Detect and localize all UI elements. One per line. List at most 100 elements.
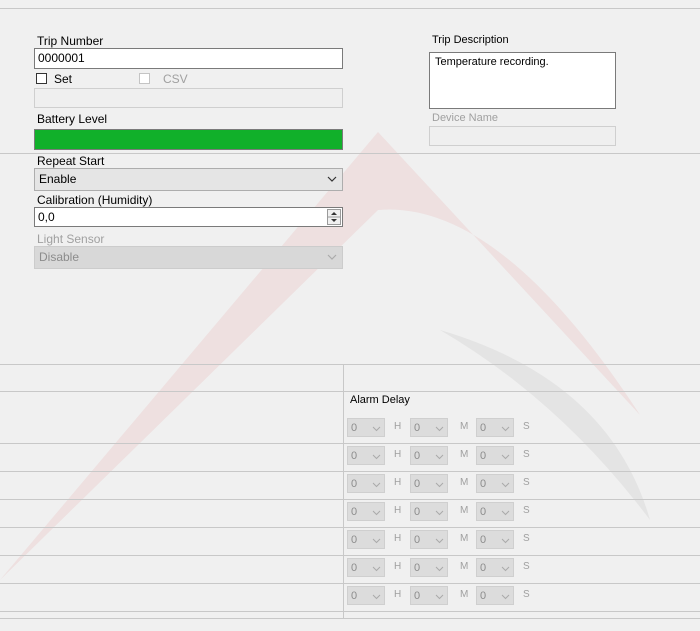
alarm-delay-h-unit: H xyxy=(394,505,402,516)
chevron-down-icon xyxy=(372,594,381,600)
alarm-delay-m-dropdown[interactable]: 0 xyxy=(410,530,448,549)
alarm-delay-h-dropdown[interactable]: 0 xyxy=(347,530,385,549)
alarm-delay-label: Alarm Delay xyxy=(350,394,410,406)
alarm-delay-m-dropdown[interactable]: 0 xyxy=(410,586,448,605)
alarm-delay-m-unit: M xyxy=(460,421,469,432)
alarm-delay-s-value: 0 xyxy=(480,590,487,602)
alarm-delay-s-dropdown[interactable]: 0 xyxy=(476,586,514,605)
alarm-delay-s-value: 0 xyxy=(480,422,487,434)
alarm-delay-h-dropdown[interactable]: 0 xyxy=(347,502,385,521)
grid-line xyxy=(0,443,700,444)
alarm-delay-s-dropdown[interactable]: 0 xyxy=(476,474,514,493)
trip-number-input[interactable]: 0000001 xyxy=(34,48,343,69)
alarm-delay-m-value: 0 xyxy=(414,422,421,434)
alarm-delay-m-dropdown[interactable]: 0 xyxy=(410,418,448,437)
trip-description-input[interactable]: Temperature recording. xyxy=(429,52,616,109)
grid-line xyxy=(0,555,700,556)
alarm-delay-s-unit: S xyxy=(523,561,530,572)
alarm-delay-m-value: 0 xyxy=(414,562,421,574)
repeat-start-dropdown[interactable]: Enable xyxy=(34,168,343,191)
alarm-delay-h-dropdown[interactable]: 0 xyxy=(347,418,385,437)
trip-number-label: Trip Number xyxy=(37,34,104,48)
alarm-delay-h-unit: H xyxy=(394,421,402,432)
alarm-delay-m-unit: M xyxy=(460,533,469,544)
alarm-delay-s-value: 0 xyxy=(480,562,487,574)
alarm-delay-h-value: 0 xyxy=(351,506,358,518)
alarm-delay-s-dropdown[interactable]: 0 xyxy=(476,502,514,521)
alarm-delay-h-dropdown[interactable]: 0 xyxy=(347,558,385,577)
grid-line xyxy=(0,471,700,472)
alarm-delay-h-unit: H xyxy=(394,449,402,460)
grid-line xyxy=(0,583,700,584)
alarm-delay-s-value: 0 xyxy=(480,534,487,546)
set-checkbox[interactable] xyxy=(36,73,47,84)
alarm-delay-s-dropdown[interactable]: 0 xyxy=(476,418,514,437)
device-name-label: Device Name xyxy=(432,112,499,124)
alarm-delay-s-dropdown[interactable]: 0 xyxy=(476,530,514,549)
chevron-down-icon xyxy=(435,594,444,600)
chevron-down-icon xyxy=(501,538,510,544)
chevron-down-icon xyxy=(327,254,337,260)
chevron-down-icon xyxy=(372,510,381,516)
grid-line xyxy=(0,611,700,612)
alarm-delay-m-value: 0 xyxy=(414,450,421,462)
chevron-down-icon xyxy=(435,426,444,432)
alarm-delay-m-unit: M xyxy=(460,589,469,600)
calibration-spinner[interactable]: 0,0 xyxy=(34,207,343,227)
alarm-delay-s-unit: S xyxy=(523,421,530,432)
battery-level-label: Battery Level xyxy=(37,112,108,126)
alarm-delay-h-dropdown[interactable]: 0 xyxy=(347,474,385,493)
chevron-down-icon xyxy=(435,454,444,460)
device-name-input xyxy=(429,126,616,146)
alarm-delay-s-unit: S xyxy=(523,449,530,460)
repeat-start-label: Repeat Start xyxy=(37,154,105,168)
alarm-delay-h-unit: H xyxy=(394,561,402,572)
alarm-delay-s-dropdown[interactable]: 0 xyxy=(476,446,514,465)
alarm-delay-m-dropdown[interactable]: 0 xyxy=(410,558,448,577)
section-divider xyxy=(0,153,700,154)
alarm-delay-h-unit: H xyxy=(394,477,402,488)
alarm-delay-s-unit: S xyxy=(523,533,530,544)
chevron-down-icon xyxy=(501,566,510,572)
alarm-delay-h-value: 0 xyxy=(351,590,358,602)
chevron-down-icon xyxy=(435,566,444,572)
alarm-delay-s-dropdown[interactable]: 0 xyxy=(476,558,514,577)
chevron-down-icon xyxy=(501,482,510,488)
alarm-delay-m-value: 0 xyxy=(414,534,421,546)
grid-line xyxy=(0,527,700,528)
csv-checkbox-label: CSV xyxy=(163,72,188,86)
alarm-delay-s-unit: S xyxy=(523,505,530,516)
grid-column-divider xyxy=(343,364,344,618)
grid-line xyxy=(0,499,700,500)
calibration-value: 0,0 xyxy=(38,210,55,224)
grid-line xyxy=(0,391,700,392)
chevron-down-icon xyxy=(501,594,510,600)
alarm-delay-m-dropdown[interactable]: 0 xyxy=(410,474,448,493)
alarm-delay-m-dropdown[interactable]: 0 xyxy=(410,446,448,465)
alarm-delay-s-value: 0 xyxy=(480,450,487,462)
csv-path-field xyxy=(34,88,343,108)
alarm-delay-m-value: 0 xyxy=(414,590,421,602)
chevron-down-icon xyxy=(501,426,510,432)
alarm-delay-h-value: 0 xyxy=(351,534,358,546)
alarm-delay-h-dropdown[interactable]: 0 xyxy=(347,446,385,465)
chevron-down-icon xyxy=(501,454,510,460)
alarm-delay-m-unit: M xyxy=(460,477,469,488)
light-sensor-label: Light Sensor xyxy=(37,232,105,246)
alarm-delay-m-dropdown[interactable]: 0 xyxy=(410,502,448,521)
alarm-delay-h-dropdown[interactable]: 0 xyxy=(347,586,385,605)
chevron-down-icon xyxy=(372,566,381,572)
light-sensor-dropdown: Disable xyxy=(34,246,343,269)
chevron-down-icon xyxy=(372,482,381,488)
repeat-start-value: Enable xyxy=(39,172,77,186)
bottom-divider xyxy=(0,618,700,619)
spinner-arrows-icon[interactable] xyxy=(327,209,341,225)
alarm-delay-s-unit: S xyxy=(523,589,530,600)
alarm-delay-m-value: 0 xyxy=(414,506,421,518)
chevron-down-icon xyxy=(372,538,381,544)
alarm-delay-m-unit: M xyxy=(460,561,469,572)
chevron-down-icon xyxy=(435,510,444,516)
alarm-delay-h-value: 0 xyxy=(351,562,358,574)
csv-checkbox[interactable] xyxy=(139,73,150,84)
battery-level-bar xyxy=(34,129,343,150)
